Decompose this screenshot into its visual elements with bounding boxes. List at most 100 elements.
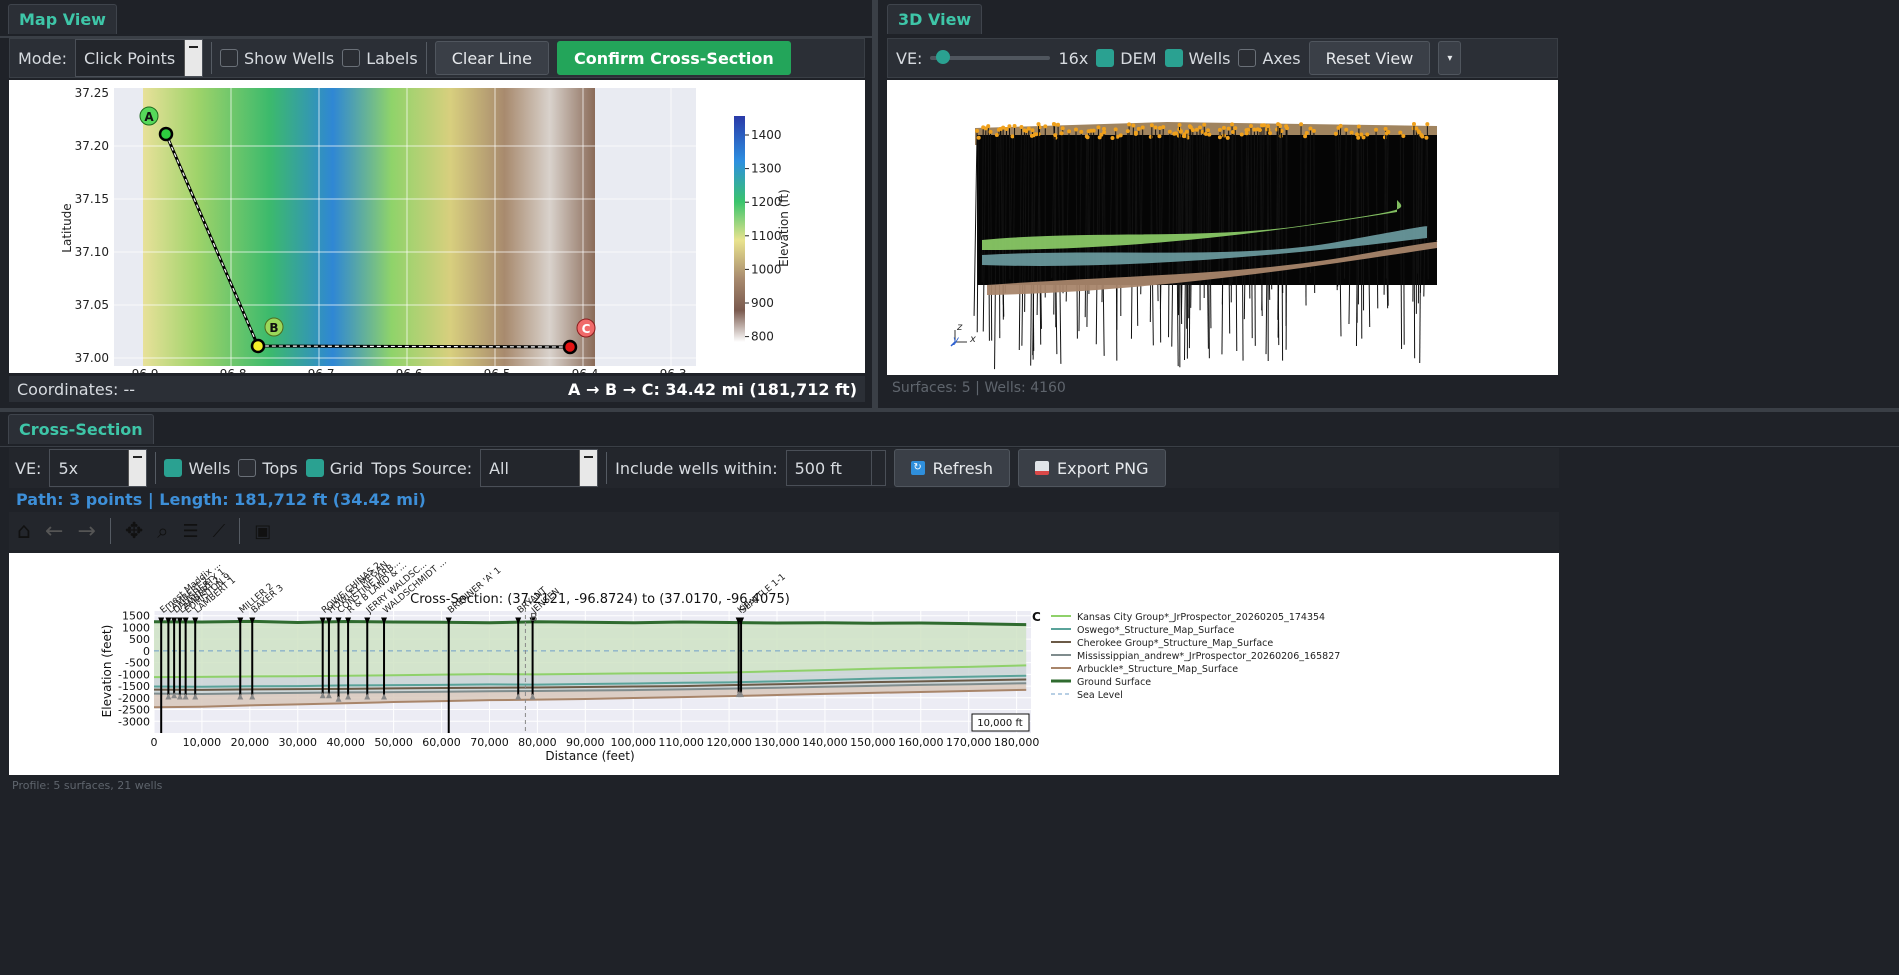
x-tick-label: 110,000	[658, 736, 704, 749]
pan-icon[interactable]: ✥	[125, 519, 143, 544]
3d-ve-label: VE:	[896, 48, 923, 68]
map-x-tick: -96.3	[655, 367, 686, 373]
mode-select-value: Click Points	[83, 48, 176, 68]
refresh-button[interactable]: ↻ Refresh	[893, 449, 1011, 487]
x-tick-label: 50,000	[374, 736, 413, 749]
well-head-3d	[1030, 128, 1035, 133]
forward-arrow-icon[interactable]: →	[77, 519, 95, 544]
x-tick-label: 170,000	[946, 736, 992, 749]
well-head-3d	[976, 135, 981, 140]
well-head-3d	[1079, 129, 1084, 134]
midpoint-b-label: B	[530, 611, 538, 624]
ve-slider-handle[interactable]	[935, 50, 950, 64]
export-png-label: Export PNG	[1057, 458, 1149, 478]
separator	[210, 42, 212, 74]
well-head-3d	[1172, 131, 1177, 136]
x-tick-label: 10,000	[183, 736, 222, 749]
3d-toolbar: VE: 16x DEM Wells Axes Reset View ▾	[887, 38, 1558, 78]
point-c-label: C	[582, 322, 591, 336]
well-head-3d	[1181, 134, 1186, 139]
reset-view-button[interactable]: Reset View	[1308, 41, 1431, 75]
well-head-3d	[1207, 132, 1212, 137]
divider	[0, 446, 1899, 447]
show-wells-checkbox[interactable]: Show Wells	[219, 49, 334, 68]
well-head-3d	[1125, 129, 1130, 134]
well-head-3d	[1140, 125, 1145, 130]
well-head-3d	[1067, 129, 1072, 134]
well-head-3d	[1311, 128, 1316, 133]
well-head-3d	[1425, 122, 1430, 127]
point-a-label: A	[144, 110, 154, 124]
export-png-button[interactable]: Export PNG	[1018, 449, 1166, 487]
3d-status: Surfaces: 5 | Wells: 4160	[892, 380, 1066, 396]
checkbox-checked-icon	[305, 459, 324, 477]
configure-subplots-icon[interactable]: ☰	[182, 521, 198, 542]
well-head-3d	[1217, 135, 1222, 140]
well-head-3d	[1178, 129, 1183, 134]
xs-tops-label: Tops	[262, 458, 298, 478]
svg-text:z: z	[956, 322, 963, 333]
well-head-3d	[1029, 133, 1034, 138]
latitude-axis-label: Latitude	[60, 203, 74, 252]
xs-ve-select[interactable]: 5x	[49, 449, 148, 487]
xs-wells-label: Wells	[188, 458, 231, 478]
point-b-label: B	[269, 321, 278, 335]
well-head-3d	[1374, 127, 1379, 132]
vertical-splitter[interactable]	[872, 0, 878, 408]
well-3d	[1186, 137, 1189, 359]
axes-checkbox[interactable]: Axes	[1238, 49, 1301, 68]
xs-grid-checkbox[interactable]: Grid	[305, 459, 363, 478]
map-y-tick: 37.00	[75, 351, 109, 365]
zoom-icon[interactable]: ⌕	[157, 519, 168, 543]
home-icon[interactable]: ⌂	[17, 519, 31, 544]
well-head-3d	[1118, 133, 1123, 138]
well-head-3d	[1190, 128, 1195, 133]
map-canvas[interactable]: 37.25 37.20 37.15 37.10 37.05 37.00 -96.9 -96.…	[9, 80, 865, 373]
chevron-down-icon: ▾	[1447, 52, 1453, 64]
ve-slider[interactable]	[930, 48, 1051, 68]
xs-ve-label: VE:	[15, 458, 42, 478]
horizontal-splitter[interactable]	[0, 408, 1899, 412]
x-tick-label: 130,000	[754, 736, 800, 749]
well-head-3d	[1053, 133, 1058, 138]
separator	[109, 518, 111, 544]
well-head-3d	[1303, 134, 1308, 139]
well-head-3d	[1276, 122, 1281, 127]
labels-checkbox[interactable]: Labels	[342, 49, 418, 68]
colorbar-tick: 900	[751, 296, 774, 310]
well-head-3d	[1225, 135, 1230, 140]
tops-source-select[interactable]: All	[480, 449, 599, 487]
well-head-3d	[1153, 125, 1158, 130]
cross-section-toolbar: VE: 5x Wells Tops Grid Tops Source: All …	[9, 448, 1559, 488]
xs-tops-checkbox[interactable]: Tops	[238, 458, 298, 478]
confirm-cross-section-button[interactable]: Confirm Cross-Section	[556, 41, 791, 75]
well-head-3d	[1226, 126, 1231, 131]
include-wells-spinbox[interactable]: 500 ft	[785, 450, 886, 486]
well-head-3d	[1384, 131, 1389, 136]
cross-section-canvas[interactable]: 0 10,000 20,000 30,000 40,000 50,000 60,000 70,…	[9, 553, 1559, 775]
save-icon[interactable]: ▣	[254, 521, 271, 542]
more-options-button[interactable]: ▾	[1438, 41, 1462, 75]
dem-checkbox[interactable]: DEM	[1096, 49, 1157, 68]
separator	[425, 42, 427, 74]
spin-arrows-icon[interactable]	[870, 451, 885, 485]
map-toolbar: Mode: Click Points Show Wells Labels Cle…	[9, 38, 865, 78]
x-tick-label: 120,000	[706, 736, 752, 749]
well-head-3d	[1356, 135, 1361, 140]
checkbox-icon	[1238, 49, 1257, 67]
3d-wells-checkbox[interactable]: Wells	[1164, 49, 1230, 68]
clear-line-button[interactable]: Clear Line	[434, 41, 549, 75]
checkbox-icon	[219, 49, 238, 67]
dem-raster	[143, 88, 595, 366]
export-icon	[1035, 461, 1050, 475]
back-arrow-icon[interactable]: ←	[45, 519, 63, 544]
3d-ve-value: 16x	[1058, 48, 1089, 68]
map-x-tick: -96.5	[479, 367, 510, 373]
legend: Kansas City Group*_JrProspector_20260205…	[1051, 612, 1340, 701]
3d-canvas[interactable]: z x y	[887, 80, 1558, 375]
xs-wells-checkbox[interactable]: Wells	[164, 459, 230, 478]
edit-axes-icon[interactable]: ⟋	[213, 521, 226, 542]
x-tick-label: 140,000	[802, 736, 848, 749]
well-head-3d	[1010, 134, 1015, 139]
mode-select[interactable]: Click Points	[74, 39, 203, 77]
